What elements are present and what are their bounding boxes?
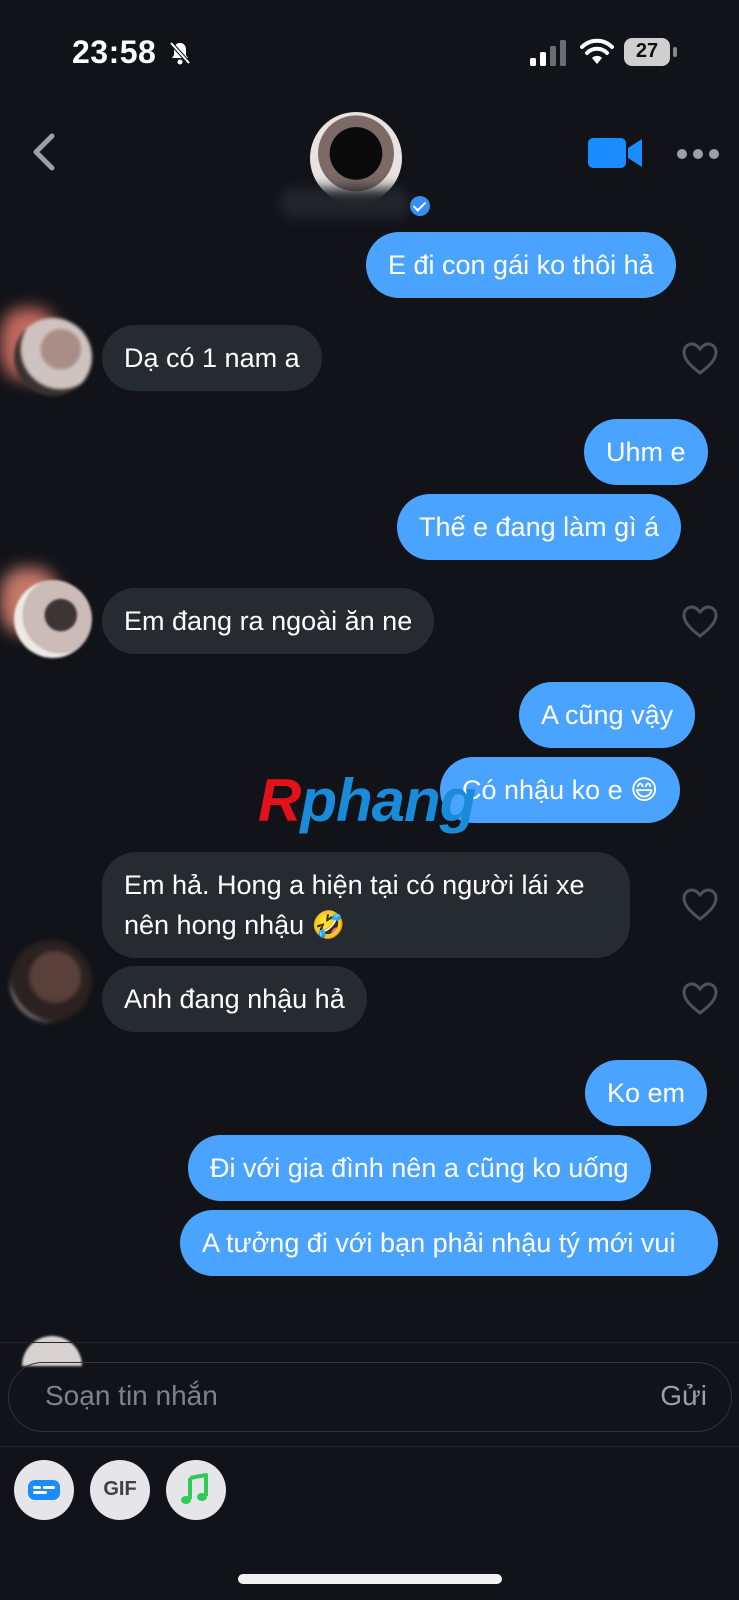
watermark-letter: R bbox=[258, 767, 301, 834]
message-input-placeholder[interactable]: Soạn tin nhắn bbox=[45, 1380, 218, 1412]
contact-name-blurred[interactable] bbox=[280, 188, 410, 218]
gif-icon: GIF bbox=[103, 1478, 137, 1500]
message-outgoing[interactable]: Ko em bbox=[585, 1060, 708, 1126]
contact-card-icon bbox=[28, 1480, 60, 1500]
heart-like-icon[interactable] bbox=[682, 605, 718, 639]
heart-like-icon[interactable] bbox=[682, 982, 718, 1016]
verified-badge-icon bbox=[410, 196, 430, 216]
contact-card-button[interactable] bbox=[14, 1460, 74, 1520]
battery-tip bbox=[673, 47, 677, 57]
status-bar: 23:58 27 bbox=[0, 0, 739, 100]
cellular-signal-icon bbox=[530, 40, 566, 66]
message-incoming[interactable]: Em hả. Hong a hiện tại có người lái xe n… bbox=[102, 852, 630, 958]
bell-muted-icon bbox=[169, 41, 191, 65]
sender-avatar[interactable] bbox=[14, 580, 92, 658]
video-camera-icon[interactable] bbox=[588, 134, 644, 172]
heart-like-icon[interactable] bbox=[682, 342, 718, 376]
back-chevron-icon[interactable] bbox=[26, 130, 62, 174]
message-outgoing[interactable]: Uhm e bbox=[584, 419, 708, 485]
message-outgoing[interactable]: Có nhậu ko e 😄 bbox=[440, 757, 681, 823]
wifi-icon bbox=[580, 38, 614, 64]
toolbar-divider bbox=[0, 1446, 739, 1447]
sender-avatar[interactable] bbox=[14, 318, 92, 396]
message-incoming[interactable]: Em đang ra ngoài ăn ne bbox=[102, 588, 435, 654]
message-outgoing[interactable]: E đi con gái ko thôi hả bbox=[366, 232, 676, 298]
message-outgoing[interactable]: Đi với gia đình nên a cũng ko uống bbox=[188, 1135, 651, 1201]
heart-like-icon[interactable] bbox=[682, 888, 718, 922]
home-indicator[interactable] bbox=[238, 1574, 502, 1584]
watermark-text: phang bbox=[300, 767, 476, 834]
message-outgoing[interactable]: A cũng vậy bbox=[519, 682, 696, 748]
more-dots-icon[interactable] bbox=[676, 144, 720, 164]
music-button[interactable] bbox=[166, 1460, 226, 1520]
message-incoming[interactable]: Anh đang nhậu hả bbox=[102, 966, 367, 1032]
music-note-icon bbox=[181, 1473, 208, 1504]
battery-level: 27 bbox=[635, 40, 659, 62]
message-input[interactable]: Soạn tin nhắn Gửi bbox=[8, 1362, 732, 1432]
composer-divider bbox=[0, 1342, 739, 1343]
message-incoming[interactable]: Dạ có 1 nam a bbox=[102, 325, 322, 391]
message-outgoing[interactable]: A tưởng đi với bạn phải nhậu tý mới vui bbox=[180, 1210, 718, 1276]
status-time: 23:58 bbox=[72, 34, 157, 70]
send-button[interactable]: Gửi bbox=[660, 1380, 707, 1412]
sender-avatar[interactable] bbox=[10, 940, 92, 1022]
gif-button[interactable]: GIF bbox=[90, 1460, 150, 1520]
battery-indicator: 27 bbox=[624, 38, 678, 66]
site-watermark: Rphang bbox=[258, 766, 476, 835]
message-outgoing[interactable]: Thế e đang làm gì á bbox=[397, 494, 682, 560]
